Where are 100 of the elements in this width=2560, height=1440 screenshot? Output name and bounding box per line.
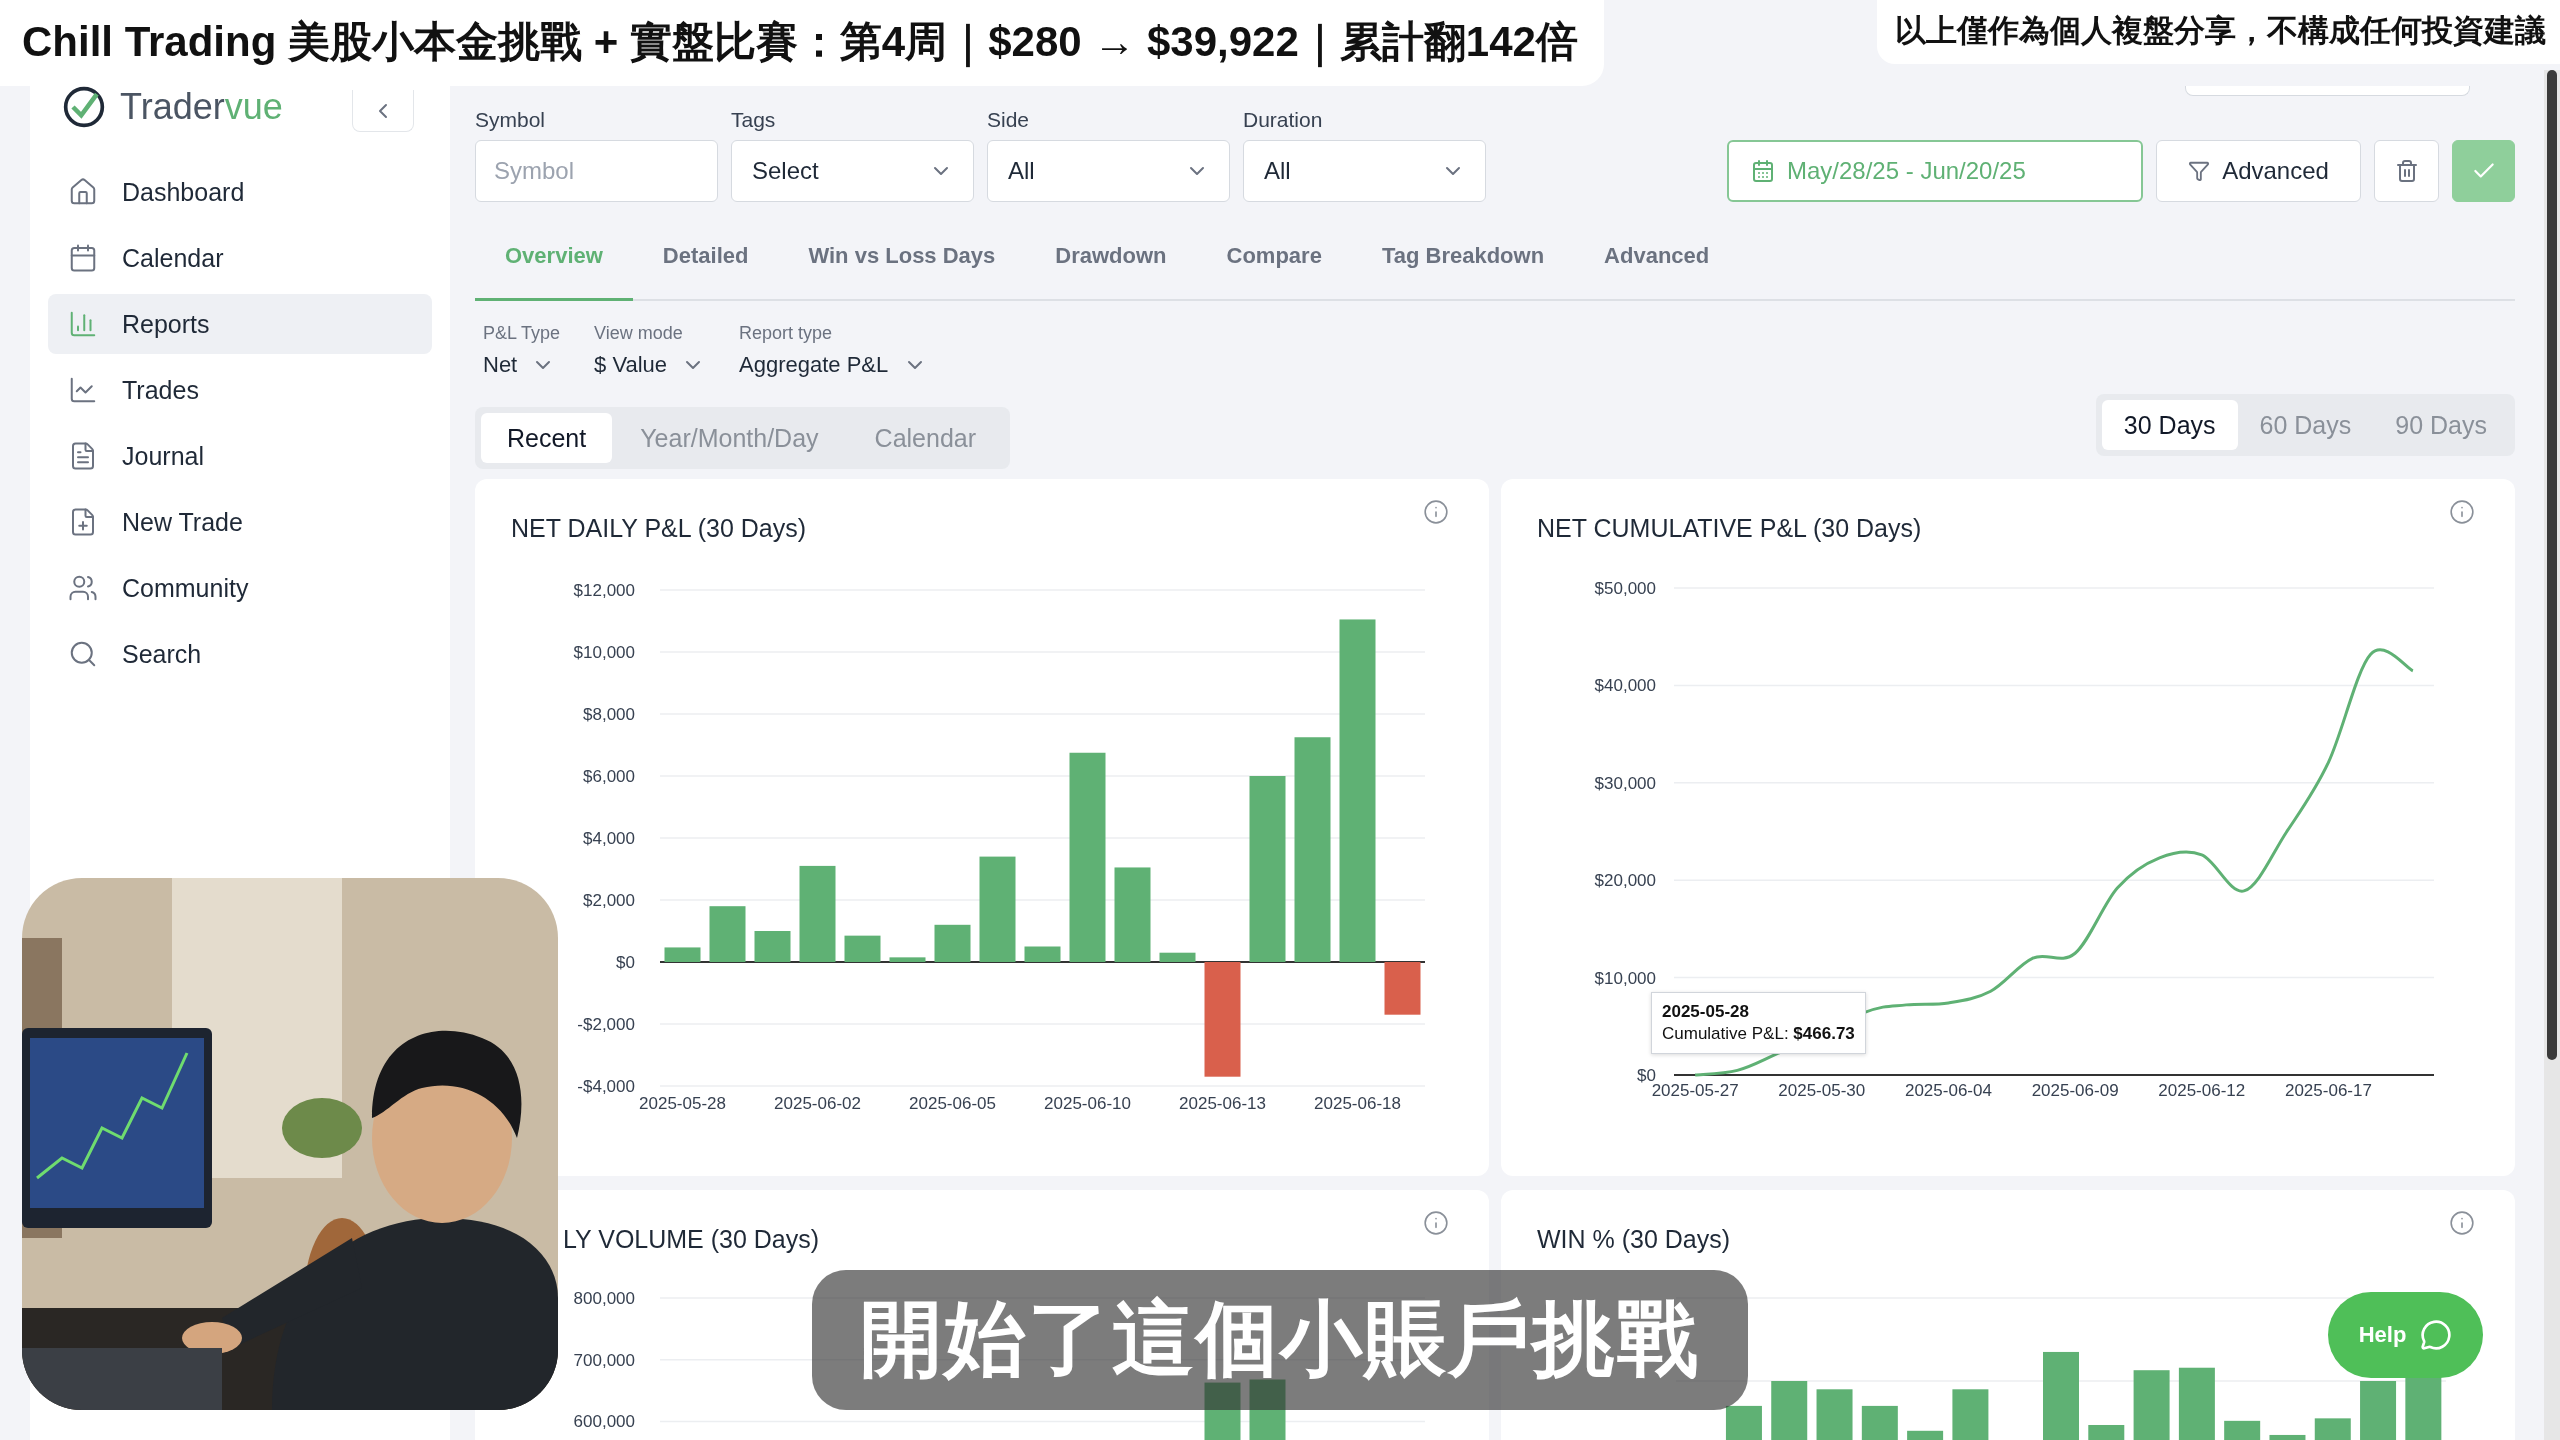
symbol-field[interactable]: Symbol xyxy=(475,140,718,202)
axis-label: 2025-06-05 xyxy=(909,1094,996,1113)
report-tab[interactable]: Tag Breakdown xyxy=(1351,214,1575,301)
field-label: Duration xyxy=(1243,108,1324,132)
nav-label: New Trade xyxy=(122,507,243,537)
bar xyxy=(1816,1389,1853,1440)
axis-label: $8,000 xyxy=(583,705,635,724)
nav-item[interactable]: Journal xyxy=(48,426,432,486)
bar xyxy=(1384,962,1421,1015)
chart-title: NET CUMULATIVE P&L (30 Days) xyxy=(1537,513,1922,543)
delete-button[interactable] xyxy=(2374,140,2439,202)
info-icon[interactable] xyxy=(2449,1210,2475,1236)
bar xyxy=(844,935,881,962)
nav-icon xyxy=(68,639,98,669)
bar xyxy=(664,947,701,962)
trash-icon xyxy=(2394,159,2419,183)
select-field[interactable]: Select xyxy=(731,140,974,202)
filter-icon xyxy=(2188,160,2211,182)
nav-label: Dashboard xyxy=(122,177,245,207)
axis-label: -$4,000 xyxy=(577,1077,635,1096)
bar xyxy=(934,924,971,962)
range-tab[interactable]: 30 Days xyxy=(2101,400,2238,450)
bar xyxy=(1907,1430,1944,1440)
nav-icon xyxy=(68,375,98,405)
option-label: Report type xyxy=(739,323,834,344)
nav-item[interactable]: Dashboard xyxy=(48,162,432,222)
nav-icon xyxy=(68,177,98,207)
logo-icon xyxy=(62,85,106,129)
tooltip-value: Cumulative P&L: $466.73 xyxy=(1662,1023,1855,1046)
field-label: Tags xyxy=(731,108,777,132)
scrollbar[interactable] xyxy=(2544,70,2560,1440)
axis-label: $30,000 xyxy=(1594,773,1656,793)
nav-item[interactable]: Reports xyxy=(48,294,432,354)
nav-icon xyxy=(68,309,98,339)
nav-item[interactable]: Community xyxy=(48,558,432,618)
bar xyxy=(2269,1434,2306,1440)
bar xyxy=(1771,1381,1808,1440)
info-icon[interactable] xyxy=(2449,499,2475,525)
axis-label: 600,000 xyxy=(573,1412,635,1432)
axis-label: 2025-05-30 xyxy=(1778,1081,1866,1100)
video-subtitle: 開始了這個小賬戶挑戰 xyxy=(812,1270,1748,1410)
option-select[interactable]: Aggregate P&L xyxy=(739,352,928,378)
axis-label: $0 xyxy=(616,953,635,972)
bar xyxy=(1159,952,1196,962)
report-tab[interactable]: Advanced xyxy=(1574,214,1740,301)
bar xyxy=(1024,946,1061,962)
bar xyxy=(1725,1405,1762,1440)
report-tab[interactable]: Win vs Loss Days xyxy=(778,214,1026,301)
axis-label: 2025-06-17 xyxy=(2284,1081,2372,1100)
info-icon[interactable] xyxy=(1423,499,1449,525)
nav-item[interactable]: New Trade xyxy=(48,492,432,552)
axis-label: 800,000 xyxy=(573,1289,635,1308)
axis-label: 700,000 xyxy=(573,1350,635,1370)
axis-label: 2025-06-10 xyxy=(1044,1094,1131,1113)
nav-label: Calendar xyxy=(122,243,224,273)
bar xyxy=(2224,1420,2261,1440)
axis-label: $2,000 xyxy=(583,891,635,910)
select-field[interactable]: All xyxy=(987,140,1230,202)
field-label: Side xyxy=(987,108,1031,132)
report-tab[interactable]: Detailed xyxy=(632,214,779,301)
chat-icon xyxy=(2420,1319,2453,1351)
option-label: P&L Type xyxy=(483,323,561,344)
disclaimer-banner: 以上僅作為個人複盤分享，不構成任何投資建議 xyxy=(1877,0,2560,64)
logo-text[interactable]: Tradervue xyxy=(62,85,283,129)
axis-label: 2025-06-18 xyxy=(1314,1094,1401,1113)
option-select[interactable]: Net xyxy=(483,352,561,378)
advanced-button[interactable]: Advanced xyxy=(2156,140,2361,202)
nav-icon xyxy=(68,243,98,273)
nav-item[interactable]: Trades xyxy=(48,360,432,420)
report-tab[interactable]: Drawdown xyxy=(1025,214,1197,301)
calendar-icon xyxy=(1751,159,1775,183)
bar xyxy=(1861,1405,1898,1440)
bar xyxy=(1204,1382,1241,1440)
axis-label: 2025-06-12 xyxy=(2158,1081,2246,1100)
axis-label: $20,000 xyxy=(1594,871,1656,891)
nav-label: Trades xyxy=(122,375,199,405)
axis-label: $10,000 xyxy=(1594,968,1656,988)
option-label: View mode xyxy=(594,323,684,344)
select-field[interactable]: All xyxy=(1243,140,1486,202)
axis-label: $6,000 xyxy=(583,767,635,786)
chart-title: LY VOLUME (30 Days) xyxy=(563,1224,820,1254)
nav-label: Community xyxy=(122,573,249,603)
bar xyxy=(2360,1381,2397,1440)
bar xyxy=(1249,1379,1286,1440)
axis-label: $12,000 xyxy=(573,581,635,600)
field-label: Symbol xyxy=(475,108,547,132)
nav-item[interactable]: Search xyxy=(48,624,432,684)
chart-title: NET DAILY P&L (30 Days) xyxy=(511,513,807,543)
view-tab[interactable]: Recent xyxy=(481,413,613,463)
axis-label: $50,000 xyxy=(1594,579,1656,598)
axis-label: 2025-06-09 xyxy=(2031,1081,2119,1100)
axis-label: 2025-06-13 xyxy=(1179,1094,1266,1113)
axis-label: $4,000 xyxy=(583,829,635,848)
option-select[interactable]: $ Value xyxy=(594,352,706,378)
report-tab[interactable]: Compare xyxy=(1196,214,1352,301)
axis-label: $40,000 xyxy=(1594,676,1656,696)
axis-label: 2025-05-28 xyxy=(639,1094,726,1113)
info-icon[interactable] xyxy=(1423,1210,1449,1236)
nav-icon xyxy=(68,573,98,603)
nav-item[interactable]: Calendar xyxy=(48,228,432,288)
